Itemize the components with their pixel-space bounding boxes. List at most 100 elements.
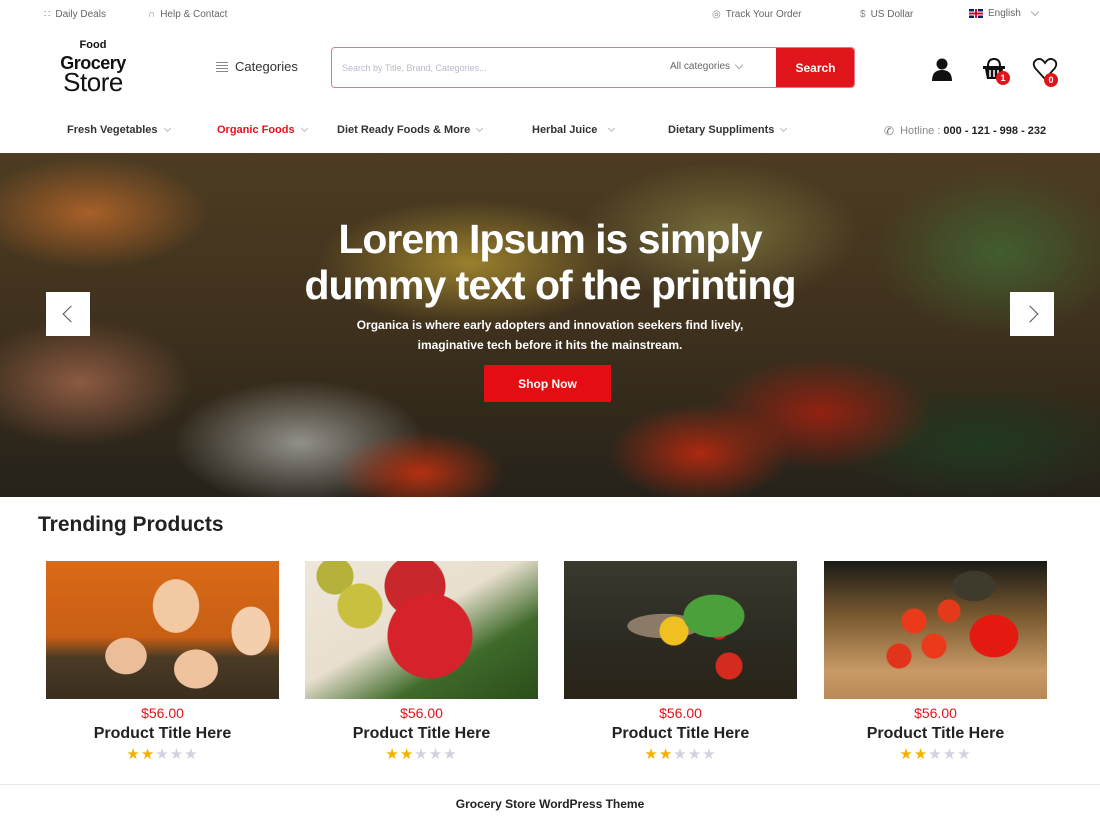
search-button[interactable]: Search (776, 48, 854, 87)
nav-item-label: Fresh Vegetables (67, 124, 158, 136)
shop-now-button[interactable]: Shop Now (484, 365, 611, 402)
category-select[interactable]: All categories (670, 60, 760, 72)
product-title[interactable]: Product Title Here (46, 724, 279, 744)
main-nav: Fresh Vegetables Organic Foods Diet Read… (0, 118, 1100, 144)
star-empty-icon: ★ (928, 746, 943, 763)
star-empty-icon: ★ (957, 746, 972, 763)
product-price: $56.00 (141, 705, 184, 721)
user-icon (932, 58, 952, 81)
star-empty-icon: ★ (155, 746, 170, 763)
footer: Grocery Store WordPress Theme (0, 784, 1100, 825)
star-filled-icon: ★ (126, 746, 141, 763)
site-logo[interactable]: Food Grocery Store (53, 39, 133, 96)
product-image-eggs[interactable] (46, 561, 279, 699)
nav-item-organic-foods[interactable]: Organic Foods (217, 124, 308, 136)
cart-button[interactable]: 1 (981, 56, 1010, 85)
language-selector[interactable]: English (969, 7, 1040, 19)
chevron-down-icon (163, 124, 171, 133)
star-empty-icon: ★ (942, 746, 958, 763)
track-order-link[interactable]: ◎ Track Your Order (712, 9, 802, 20)
hero-slider: Lorem Ipsum is simply dummy text of the … (0, 153, 1100, 497)
star-filled-icon: ★ (644, 746, 659, 763)
star-filled-icon: ★ (658, 746, 674, 763)
product-card[interactable]: $56.00 Product Title Here ★★★★★ (46, 561, 279, 764)
star-empty-icon: ★ (673, 746, 688, 763)
chevron-right-icon (1021, 305, 1038, 323)
hero-subtitle: Organica is where early adopters and inn… (0, 315, 1100, 355)
trending-products-heading: Trending Products (38, 513, 224, 536)
account-button[interactable] (929, 56, 955, 82)
product-image-vegetable-basket[interactable] (564, 561, 797, 699)
wishlist-button[interactable]: 0 (1032, 56, 1058, 87)
product-title[interactable]: Product Title Here (564, 724, 797, 744)
nav-item-diet-ready-foods[interactable]: Diet Ready Foods & More (337, 124, 484, 136)
slider-prev-button[interactable] (46, 292, 90, 336)
star-rating: ★★★★★ (564, 746, 797, 764)
track-order-label: Track Your Order (725, 9, 802, 20)
hero-title-line-2: dummy text of the printing (304, 262, 796, 308)
nav-item-herbal-juice[interactable]: Herbal Juice (532, 124, 616, 136)
hero-subtitle-line-2: imaginative tech before it hits the main… (417, 338, 683, 352)
hotline-label: Hotline : (900, 125, 941, 137)
star-filled-icon: ★ (140, 746, 156, 763)
nav-item-fresh-vegetables[interactable]: Fresh Vegetables (67, 124, 171, 136)
dollar-icon: $ (860, 9, 866, 20)
category-select-value: All categories (670, 61, 731, 72)
chevron-down-icon (734, 60, 744, 70)
star-empty-icon: ★ (414, 746, 429, 763)
help-contact-link[interactable]: ∩ Help & Contact (148, 9, 227, 20)
categories-label: Categories (235, 59, 298, 74)
nav-item-label: Herbal Juice (532, 124, 598, 136)
search-bar: All categories Search (331, 47, 855, 88)
wishlist-count-badge: 0 (1044, 73, 1058, 87)
top-bar: ∷ Daily Deals ∩ Help & Contact ◎ Track Y… (0, 0, 1100, 32)
daily-deals-label: Daily Deals (55, 9, 106, 20)
hero-subtitle-line-1: Organica is where early adopters and inn… (356, 318, 744, 332)
hotline: ✆ Hotline : 000 - 121 - 998 - 232 (884, 124, 1046, 138)
product-image-apples[interactable] (305, 561, 538, 699)
headset-icon: ∩ (148, 9, 156, 20)
product-title[interactable]: Product Title Here (305, 724, 538, 744)
daily-deals-link[interactable]: ∷ Daily Deals (44, 9, 106, 20)
nav-item-label: Diet Ready Foods & More (337, 124, 471, 136)
slider-next-button[interactable] (1010, 292, 1054, 336)
product-card[interactable]: $56.00 Product Title Here ★★★★★ (305, 561, 538, 764)
chevron-down-icon (780, 124, 788, 133)
logo-line-1: Food (79, 39, 107, 51)
star-rating: ★★★★★ (46, 746, 279, 764)
product-image-tomatoes[interactable] (824, 561, 1047, 699)
star-empty-icon: ★ (428, 746, 444, 763)
chevron-down-icon (300, 124, 308, 133)
language-label: English (988, 8, 1021, 19)
star-empty-icon: ★ (184, 746, 199, 763)
chevron-left-icon (62, 305, 79, 323)
uk-flag-icon (969, 9, 983, 18)
star-filled-icon: ★ (913, 746, 929, 763)
footer-text: Grocery Store WordPress Theme (455, 797, 645, 811)
star-rating: ★★★★★ (824, 746, 1047, 764)
product-card[interactable]: $56.00 Product Title Here ★★★★★ (824, 561, 1047, 764)
currency-label: US Dollar (870, 9, 914, 20)
star-filled-icon: ★ (899, 746, 914, 763)
hero-title: Lorem Ipsum is simply dummy text of the … (0, 216, 1100, 308)
hotline-number: 000 - 121 - 998 - 232 (943, 125, 1047, 137)
nav-item-label: Dietary Suppliments (668, 124, 775, 136)
star-empty-icon: ★ (702, 746, 717, 763)
chevron-down-icon (476, 124, 484, 133)
phone-icon: ✆ (884, 124, 895, 138)
star-empty-icon: ★ (443, 746, 458, 763)
cart-count-badge: 1 (996, 71, 1010, 85)
hero-title-line-1: Lorem Ipsum is simply (338, 216, 762, 262)
product-price: $56.00 (659, 705, 702, 721)
categories-button[interactable]: Categories (216, 59, 298, 74)
chevron-down-icon (608, 124, 616, 133)
nav-item-dietary-suppliments[interactable]: Dietary Suppliments (668, 124, 788, 136)
product-price: $56.00 (400, 705, 443, 721)
menu-icon (216, 61, 228, 72)
star-empty-icon: ★ (687, 746, 703, 763)
location-pin-icon: ◎ (712, 9, 721, 20)
product-card[interactable]: $56.00 Product Title Here ★★★★★ (564, 561, 797, 764)
star-filled-icon: ★ (385, 746, 400, 763)
product-title[interactable]: Product Title Here (824, 724, 1047, 744)
currency-selector[interactable]: $ US Dollar (860, 9, 913, 20)
